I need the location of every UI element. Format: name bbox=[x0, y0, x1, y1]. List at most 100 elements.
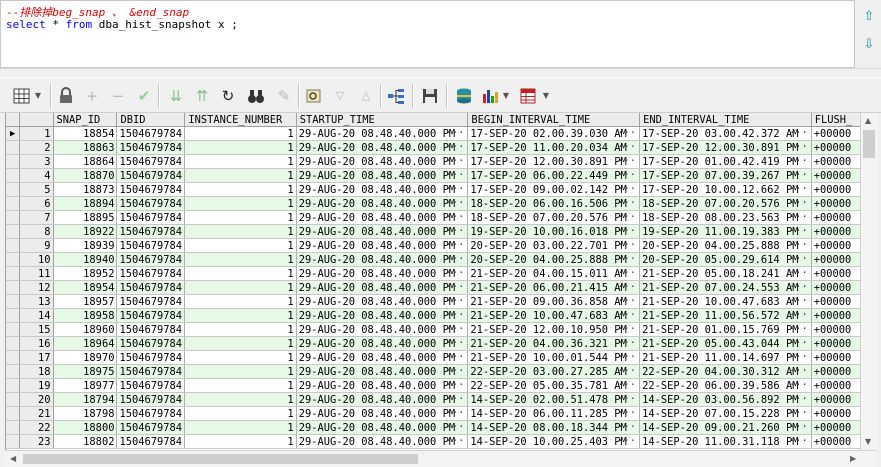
cell-startup-time[interactable]: 29-AUG-20 08.48.40.000 PM ··· bbox=[296, 224, 469, 239]
ellipsis-button[interactable]: ··· bbox=[789, 281, 808, 293]
ellipsis-button[interactable]: ··· bbox=[446, 211, 465, 223]
cell-snap-id[interactable]: 18863 bbox=[53, 140, 118, 155]
cell-startup-time[interactable]: 29-AUG-20 08.48.40.000 PM ··· bbox=[296, 168, 469, 183]
table-row[interactable]: 22 18800 1504679784 1 29-AUG-20 08.48.40.000… bbox=[6, 420, 861, 435]
row-number[interactable]: 6 bbox=[19, 196, 54, 211]
cell-flush[interactable]: +00000 bbox=[811, 126, 861, 141]
ellipsis-button[interactable]: ··· bbox=[789, 155, 808, 167]
table-row[interactable]: 17 18970 1504679784 1 29-AUG-20 08.48.40.000… bbox=[6, 350, 861, 365]
cell-flush[interactable]: +00000 bbox=[811, 406, 861, 421]
ellipsis-button[interactable]: ··· bbox=[789, 183, 808, 195]
ellipsis-button[interactable]: ··· bbox=[617, 281, 636, 293]
table-row[interactable]: 23 18802 1504679784 1 29-AUG-20 08.48.40.000… bbox=[6, 434, 861, 449]
scroll-left-icon[interactable]: ◀ bbox=[10, 454, 16, 463]
tree-icon[interactable] bbox=[386, 86, 406, 106]
cell-end-interval-time[interactable]: 18-SEP-20 08.00.23.563 PM ··· bbox=[639, 210, 812, 225]
ellipsis-button[interactable]: ··· bbox=[617, 239, 636, 251]
cell-startup-time[interactable]: 29-AUG-20 08.48.40.000 PM ··· bbox=[296, 196, 469, 211]
cell-dbid[interactable]: 1504679784 bbox=[116, 392, 186, 407]
row-number[interactable]: 8 bbox=[19, 224, 54, 239]
cell-flush[interactable]: +00000 bbox=[811, 266, 861, 281]
cell-flush[interactable]: +00000 bbox=[811, 280, 861, 295]
cell-snap-id[interactable]: 18873 bbox=[53, 182, 118, 197]
arrow-up-icon[interactable]: ⇧ bbox=[862, 10, 876, 24]
scroll-right-icon[interactable]: ▶ bbox=[850, 454, 856, 463]
cell-snap-id[interactable]: 18922 bbox=[53, 224, 118, 239]
ellipsis-button[interactable]: ··· bbox=[617, 337, 636, 349]
ellipsis-button[interactable]: ··· bbox=[446, 295, 465, 307]
cell-end-interval-time[interactable]: 22-SEP-20 06.00.39.586 AM ··· bbox=[639, 378, 812, 393]
table-row[interactable]: 11 18952 1504679784 1 29-AUG-20 08.48.40.000… bbox=[6, 266, 861, 281]
ellipsis-button[interactable]: ··· bbox=[446, 141, 465, 153]
table-row[interactable]: 3 18864 1504679784 1 29-AUG-20 08.48.40.000 … bbox=[6, 154, 861, 169]
cell-begin-interval-time[interactable]: 20-SEP-20 04.00.25.888 PM ··· bbox=[467, 252, 641, 267]
cell-begin-interval-time[interactable]: 17-SEP-20 09.00.02.142 PM ··· bbox=[467, 182, 641, 197]
table-row[interactable]: 4 18870 1504679784 1 29-AUG-20 08.48.40.000 … bbox=[6, 168, 861, 183]
cell-flush[interactable]: +00000 bbox=[811, 378, 861, 393]
cell-snap-id[interactable]: 18958 bbox=[53, 308, 118, 323]
ellipsis-button[interactable]: ··· bbox=[446, 351, 465, 363]
row-number[interactable]: 1 bbox=[19, 126, 54, 141]
ellipsis-button[interactable]: ··· bbox=[446, 365, 465, 377]
cell-instance-number[interactable]: 1 bbox=[184, 252, 297, 267]
cell-end-interval-time[interactable]: 17-SEP-20 01.00.42.419 PM ··· bbox=[639, 154, 812, 169]
floppy-icon[interactable] bbox=[420, 86, 440, 106]
cell-end-interval-time[interactable]: 14-SEP-20 11.00.31.118 PM ··· bbox=[639, 434, 812, 449]
row-number[interactable]: 11 bbox=[19, 266, 54, 281]
cell-startup-time[interactable]: 29-AUG-20 08.48.40.000 PM ··· bbox=[296, 406, 469, 421]
chevron-down-icon[interactable]: ▼ bbox=[500, 86, 512, 106]
cell-snap-id[interactable]: 18798 bbox=[53, 406, 118, 421]
ellipsis-button[interactable]: ··· bbox=[789, 421, 808, 433]
cell-startup-time[interactable]: 29-AUG-20 08.48.40.000 PM ··· bbox=[296, 420, 469, 435]
cell-begin-interval-time[interactable]: 21-SEP-20 06.00.21.415 AM ··· bbox=[467, 280, 641, 295]
cell-instance-number[interactable]: 1 bbox=[184, 168, 297, 183]
cell-snap-id[interactable]: 18964 bbox=[53, 336, 118, 351]
row-number[interactable]: 13 bbox=[19, 294, 54, 309]
cell-flush[interactable]: +00000 bbox=[811, 196, 861, 211]
row-number[interactable]: 19 bbox=[19, 378, 54, 393]
cell-instance-number[interactable]: 1 bbox=[184, 406, 297, 421]
cell-snap-id[interactable]: 18794 bbox=[53, 392, 118, 407]
cell-begin-interval-time[interactable]: 20-SEP-20 03.00.22.701 PM ··· bbox=[467, 238, 641, 253]
cell-instance-number[interactable]: 1 bbox=[184, 378, 297, 393]
check-icon[interactable]: ✔ bbox=[134, 86, 154, 106]
cell-begin-interval-time[interactable]: 14-SEP-20 10.00.25.403 PM ··· bbox=[467, 434, 641, 449]
ellipsis-button[interactable]: ··· bbox=[789, 379, 808, 391]
cell-end-interval-time[interactable]: 14-SEP-20 07.00.15.228 PM ··· bbox=[639, 406, 812, 421]
table-row[interactable]: 8 18922 1504679784 1 29-AUG-20 08.48.40.000 … bbox=[6, 224, 861, 239]
cell-instance-number[interactable]: 1 bbox=[184, 182, 297, 197]
cell-instance-number[interactable]: 1 bbox=[184, 364, 297, 379]
cell-instance-number[interactable]: 1 bbox=[184, 224, 297, 239]
cell-instance-number[interactable]: 1 bbox=[184, 392, 297, 407]
cell-startup-time[interactable]: 29-AUG-20 08.48.40.000 PM ··· bbox=[296, 392, 469, 407]
ellipsis-button[interactable]: ··· bbox=[617, 365, 636, 377]
table-row[interactable]: 20 18794 1504679784 1 29-AUG-20 08.48.40.000… bbox=[6, 392, 861, 407]
table-row[interactable]: 5 18873 1504679784 1 29-AUG-20 08.48.40.000 … bbox=[6, 182, 861, 197]
cell-end-interval-time[interactable]: 14-SEP-20 09.00.21.260 PM ··· bbox=[639, 420, 812, 435]
row-number[interactable]: 5 bbox=[19, 182, 54, 197]
cell-startup-time[interactable]: 29-AUG-20 08.48.40.000 PM ··· bbox=[296, 434, 469, 449]
ellipsis-button[interactable]: ··· bbox=[446, 197, 465, 209]
ellipsis-button[interactable]: ··· bbox=[446, 421, 465, 433]
cell-instance-number[interactable]: 1 bbox=[184, 336, 297, 351]
cell-flush[interactable]: +00000 bbox=[811, 294, 861, 309]
ellipsis-button[interactable]: ··· bbox=[789, 309, 808, 321]
table-row[interactable]: ▶ 1 18854 1504679784 1 29-AUG-20 08.48.40.000… bbox=[6, 126, 861, 141]
ellipsis-button[interactable]: ··· bbox=[617, 351, 636, 363]
sql-editor[interactable]: --排除掉beg_snap 、 &end_snap select * from … bbox=[0, 0, 855, 68]
ellipsis-button[interactable]: ··· bbox=[789, 337, 808, 349]
cell-begin-interval-time[interactable]: 18-SEP-20 06.00.16.506 PM ··· bbox=[467, 196, 641, 211]
ellipsis-button[interactable]: ··· bbox=[617, 379, 636, 391]
cell-instance-number[interactable]: 1 bbox=[184, 196, 297, 211]
cell-begin-interval-time[interactable]: 14-SEP-20 02.00.51.478 PM ··· bbox=[467, 392, 641, 407]
cell-flush[interactable]: +00000 bbox=[811, 434, 861, 449]
table-row[interactable]: 6 18894 1504679784 1 29-AUG-20 08.48.40.000 … bbox=[6, 196, 861, 211]
table-row[interactable]: 12 18954 1504679784 1 29-AUG-20 08.48.40.000… bbox=[6, 280, 861, 295]
cell-snap-id[interactable]: 18854 bbox=[53, 126, 118, 141]
cell-dbid[interactable]: 1504679784 bbox=[116, 336, 186, 351]
cell-instance-number[interactable]: 1 bbox=[184, 238, 297, 253]
ellipsis-button[interactable]: ··· bbox=[789, 393, 808, 405]
col-header-startup-time[interactable]: STARTUP_TIME bbox=[296, 113, 469, 127]
table-row[interactable]: 13 18957 1504679784 1 29-AUG-20 08.48.40.000… bbox=[6, 294, 861, 309]
cell-end-interval-time[interactable]: 19-SEP-20 11.00.19.383 PM ··· bbox=[639, 224, 812, 239]
